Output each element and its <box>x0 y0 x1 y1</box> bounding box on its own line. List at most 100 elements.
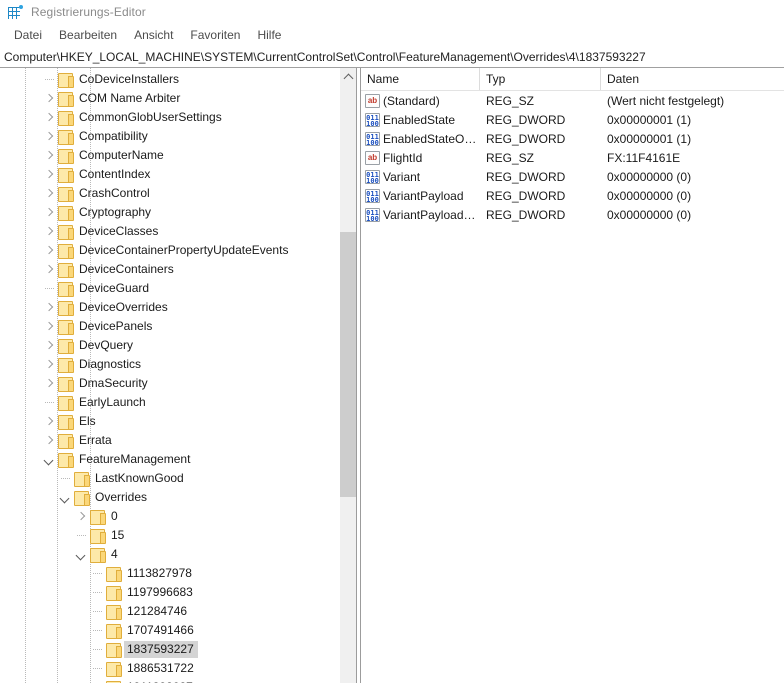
values-column-header: Name Typ Daten <box>361 68 784 91</box>
tree-item[interactable]: DmaSecurity <box>0 374 356 393</box>
tree-item[interactable]: 121284746 <box>0 602 356 621</box>
chevron-right-icon[interactable] <box>41 129 57 145</box>
tree-item-label: CommonGlobUserSettings <box>79 110 222 124</box>
tree-item[interactable]: 1911398027 <box>0 678 356 683</box>
tree-item[interactable]: FeatureManagement <box>0 450 356 469</box>
chevron-right-icon[interactable] <box>41 414 57 430</box>
chevron-down-icon[interactable] <box>57 490 73 506</box>
value-row[interactable]: ab FlightId REG_SZ FX:11F4161E <box>361 148 784 167</box>
chevron-right-icon[interactable] <box>41 376 57 392</box>
tree-item[interactable]: Diagnostics <box>0 355 356 374</box>
window-title: Registrierungs-Editor <box>31 5 146 19</box>
folder-icon <box>57 91 74 107</box>
menu-item-hilfe[interactable]: Hilfe <box>249 26 290 44</box>
value-name-cell: 011 100 VariantPayload <box>361 188 480 203</box>
folder-icon <box>57 357 74 373</box>
chevron-right-icon[interactable] <box>73 509 89 525</box>
chevron-right-icon[interactable] <box>41 205 57 221</box>
tree-item[interactable]: ComputerName <box>0 146 356 165</box>
tree-item[interactable]: DevicePanels <box>0 317 356 336</box>
value-row[interactable]: ab (Standard) REG_SZ (Wert nicht festgelegt… <box>361 91 784 110</box>
tree-item[interactable]: 1886531722 <box>0 659 356 678</box>
tree-item[interactable]: Overrides <box>0 488 356 507</box>
tree-item-label: Overrides <box>95 490 148 504</box>
tree-item[interactable]: DeviceOverrides <box>0 298 356 317</box>
tree-item-label: 1911398027 <box>124 679 197 683</box>
tree-item-label: 121284746 <box>127 604 188 618</box>
folder-icon <box>57 110 74 126</box>
column-header-typ[interactable]: Typ <box>480 68 601 90</box>
folder-icon <box>57 452 74 468</box>
tree-item[interactable]: COM Name Arbiter <box>0 89 356 108</box>
tree-item-label: DeviceContainers <box>79 262 174 276</box>
value-row[interactable]: 011 100 EnabledStateOp... REG_DWORD 0x000000… <box>361 129 784 148</box>
chevron-right-icon[interactable] <box>41 110 57 126</box>
address-bar[interactable]: Computer\HKEY_LOCAL_MACHINE\SYSTEM\Curre… <box>0 46 784 68</box>
chevron-right-icon[interactable] <box>41 300 57 316</box>
tree-item-label: 1197996683 <box>127 585 193 599</box>
tree-item-label: DeviceGuard <box>79 281 150 295</box>
tree-item-label: ComputerName <box>79 148 164 162</box>
tree-item-label: Errata <box>79 433 112 447</box>
tree-item-label: FeatureManagement <box>79 452 191 466</box>
chevron-down-icon[interactable] <box>41 452 57 468</box>
chevron-right-icon[interactable] <box>41 433 57 449</box>
tree-item[interactable]: DeviceContainers <box>0 260 356 279</box>
menu-item-bearbeiten[interactable]: Bearbeiten <box>51 26 126 44</box>
tree-item[interactable]: CommonGlobUserSettings <box>0 108 356 127</box>
tree-item[interactable]: 1113827978 <box>0 564 356 583</box>
chevron-right-icon[interactable] <box>41 262 57 278</box>
chevron-down-icon[interactable] <box>73 547 89 563</box>
tree-item[interactable]: CrashControl <box>0 184 356 203</box>
tree-vertical-scrollbar[interactable] <box>339 68 356 683</box>
value-row[interactable]: 011 100 EnabledState REG_DWORD 0x00000001 (1… <box>361 110 784 129</box>
tree-item[interactable]: Els <box>0 412 356 431</box>
tree-item[interactable]: Compatibility <box>0 127 356 146</box>
chevron-right-icon[interactable] <box>41 224 57 240</box>
tree-item[interactable]: DevQuery <box>0 336 356 355</box>
value-type-cell: REG_SZ <box>486 93 535 108</box>
tree-item[interactable]: DeviceGuard <box>0 279 356 298</box>
chevron-right-icon[interactable] <box>41 243 57 259</box>
column-header-daten[interactable]: Daten <box>601 68 784 90</box>
chevron-right-icon[interactable] <box>41 148 57 164</box>
menu-item-datei[interactable]: Datei <box>6 26 51 44</box>
tree-item-label: CrashControl <box>79 186 150 200</box>
tree-item[interactable]: LastKnownGood <box>0 469 356 488</box>
chevron-right-icon[interactable] <box>41 338 57 354</box>
folder-icon <box>57 148 74 164</box>
value-row[interactable]: 011 100 VariantPayloadK... REG_DWORD 0x00000… <box>361 205 784 224</box>
tree-item[interactable]: CoDeviceInstallers <box>0 70 356 89</box>
menu-item-ansicht[interactable]: Ansicht <box>126 26 182 44</box>
value-name-cell: ab FlightId <box>361 150 480 165</box>
tree-item[interactable]: Cryptography <box>0 203 356 222</box>
value-row[interactable]: 011 100 Variant REG_DWORD 0x00000000 (0) <box>361 167 784 186</box>
scroll-up-button[interactable] <box>340 68 356 85</box>
chevron-right-icon[interactable] <box>41 186 57 202</box>
chevron-right-icon[interactable] <box>41 91 57 107</box>
column-header-name[interactable]: Name <box>361 68 480 90</box>
scrollbar-thumb[interactable] <box>340 232 356 497</box>
value-name-label: EnabledStateOp... <box>383 131 480 146</box>
tree-item[interactable]: 4 <box>0 545 356 564</box>
value-data-cell: (Wert nicht festgelegt) <box>607 93 725 108</box>
chevron-right-icon[interactable] <box>41 357 57 373</box>
menu-item-favoriten[interactable]: Favoriten <box>182 26 249 44</box>
folder-icon <box>57 72 74 88</box>
chevron-right-icon[interactable] <box>41 319 57 335</box>
tree-item[interactable]: 0 <box>0 507 356 526</box>
tree-item[interactable]: 1707491466 <box>0 621 356 640</box>
tree-item[interactable]: ContentIndex <box>0 165 356 184</box>
tree-item[interactable]: DeviceContainerPropertyUpdateEvents <box>0 241 356 260</box>
tree-item-selected[interactable]: 1837593227 <box>0 640 356 659</box>
tree-item[interactable]: 15 <box>0 526 356 545</box>
address-path: Computer\HKEY_LOCAL_MACHINE\SYSTEM\Curre… <box>4 49 646 64</box>
tree-item[interactable]: EarlyLaunch <box>0 393 356 412</box>
tree-item[interactable]: 1197996683 <box>0 583 356 602</box>
chevron-right-icon[interactable] <box>41 167 57 183</box>
tree-item[interactable]: DeviceClasses <box>0 222 356 241</box>
value-row[interactable]: 011 100 VariantPayload REG_DWORD 0x00000000 … <box>361 186 784 205</box>
folder-icon <box>57 186 74 202</box>
tree-item[interactable]: Errata <box>0 431 356 450</box>
